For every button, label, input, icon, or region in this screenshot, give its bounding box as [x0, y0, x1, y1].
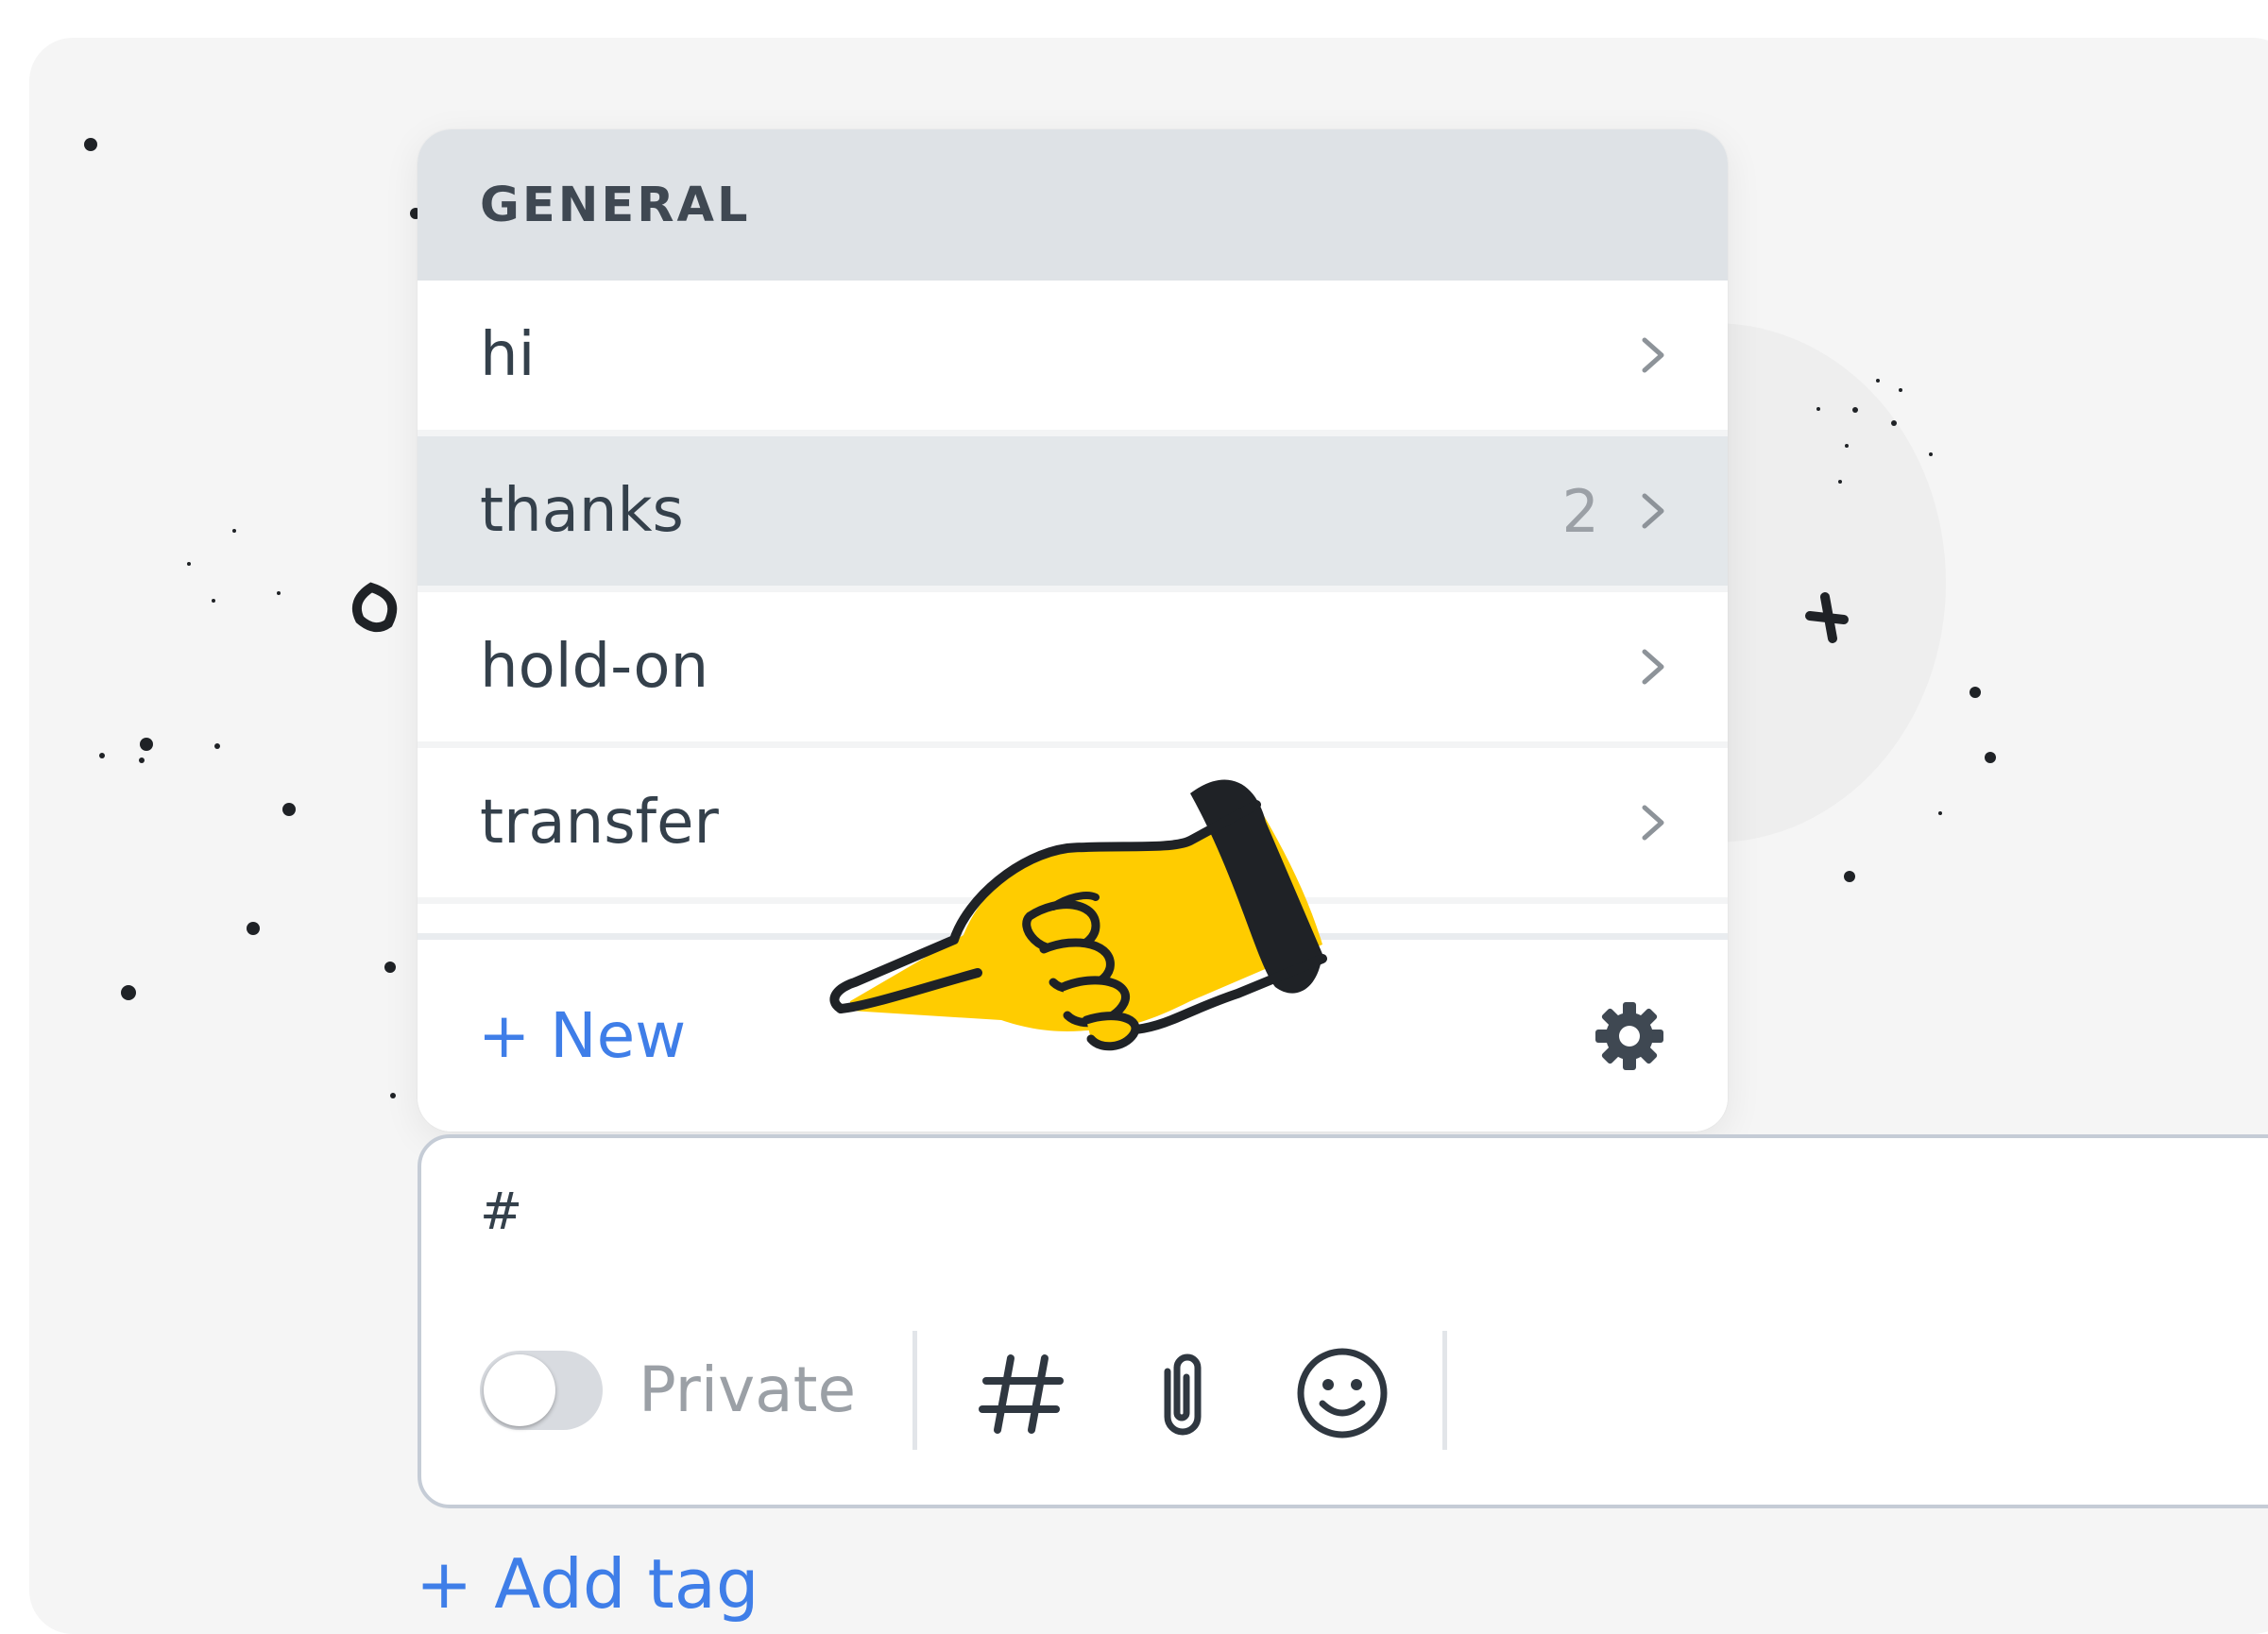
hashtag-icon[interactable]: [969, 1341, 1073, 1445]
dropdown-item-hold-on[interactable]: hold-on: [418, 592, 1728, 748]
new-reply-button[interactable]: + New: [478, 999, 686, 1072]
add-tag-button[interactable]: + Add tag: [416, 1544, 759, 1624]
chevron-right-icon: [1642, 805, 1664, 841]
paperclip-icon[interactable]: [1130, 1341, 1234, 1445]
item-label: hi: [480, 320, 536, 390]
chevron-right-icon: [1642, 337, 1664, 373]
section-title: GENERAL: [480, 177, 751, 233]
item-label: hold-on: [480, 632, 709, 702]
pointing-hand-icon: [829, 779, 1327, 1051]
private-toggle[interactable]: [480, 1351, 603, 1430]
toolbar-divider: [1442, 1331, 1447, 1450]
dropdown-section-header: GENERAL: [418, 129, 1728, 281]
private-label: Private: [639, 1353, 857, 1426]
gear-icon[interactable]: [1592, 998, 1667, 1074]
composer-input-text[interactable]: #: [480, 1182, 522, 1241]
item-label: thanks: [480, 476, 684, 546]
chevron-right-icon: [1642, 493, 1664, 529]
dropdown-item-thanks[interactable]: thanks 2: [418, 436, 1728, 592]
toggle-knob: [484, 1354, 555, 1426]
toolbar-divider: [912, 1331, 917, 1450]
chevron-right-icon: [1642, 649, 1664, 685]
smiley-icon[interactable]: [1290, 1341, 1394, 1445]
dropdown-item-hi[interactable]: hi: [418, 281, 1728, 436]
item-count-badge: 2: [1561, 476, 1599, 546]
message-composer[interactable]: # Private: [418, 1134, 2268, 1508]
